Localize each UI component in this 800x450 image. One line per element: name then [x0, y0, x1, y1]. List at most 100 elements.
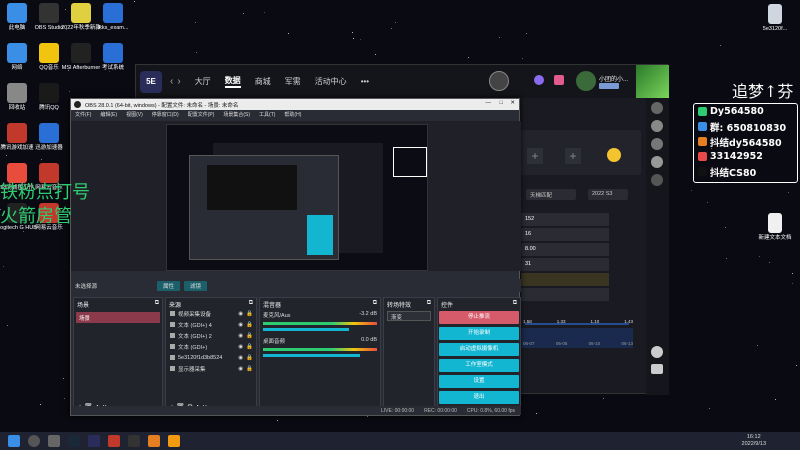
rank-panel: + + [521, 130, 641, 175]
stat-list: 152 16 8.00 31 [521, 213, 609, 301]
sidebar-avatar-4[interactable] [651, 156, 663, 168]
filters-button[interactable]: 滤镜 [184, 280, 208, 291]
app-icon [71, 43, 91, 63]
source-item[interactable]: 文本 (GDI+) 2 ◉ 🔒 [166, 330, 256, 341]
volume-slider[interactable] [263, 354, 360, 357]
control-button[interactable]: 开始录制 [439, 327, 519, 340]
tab-data[interactable]: 数据 [224, 75, 241, 88]
source-item[interactable]: 5e3120f1d3b8524 ◉ 🔒 [166, 352, 256, 363]
lock-icon[interactable]: 🔒 [246, 366, 253, 372]
tab-supply[interactable]: 军需 [285, 76, 301, 87]
menu-item[interactable]: 配置文件(P) [188, 111, 215, 118]
star [707, 202, 709, 204]
tab-shop[interactable]: 商城 [255, 76, 271, 87]
menu-item[interactable]: 帮助(H) [284, 111, 301, 118]
menu-item[interactable]: 视图(V) [126, 111, 143, 118]
transition-select[interactable]: 渐变 [387, 311, 431, 321]
star [499, 37, 501, 39]
5e-icon[interactable] [88, 435, 100, 447]
volume-slider[interactable] [263, 328, 349, 331]
chat-icon[interactable] [651, 364, 663, 374]
source-item[interactable]: 文本 (GDI+) ◉ 🔒 [166, 341, 256, 352]
add-slot-2[interactable]: + [565, 148, 581, 164]
star [2, 266, 4, 268]
forward-arrow-icon[interactable]: › [177, 76, 180, 87]
scene-item[interactable]: 场景 [76, 312, 160, 323]
notification-icon[interactable] [534, 75, 544, 85]
desktop-icon[interactable]: 腾讯QQ [26, 83, 72, 112]
season-select[interactable]: 2022 S3 [588, 189, 628, 200]
control-button[interactable]: 退出 [439, 391, 519, 404]
control-button[interactable]: 启动虚拟摄像机 [439, 343, 519, 356]
app-icon[interactable] [168, 435, 180, 447]
dock-popout-icon[interactable]: ⧉ [427, 300, 431, 306]
properties-button[interactable]: 属性 [157, 280, 181, 291]
source-item[interactable]: 文本 (GDI+) 4 ◉ 🔒 [166, 319, 256, 330]
lock-icon[interactable]: 🔒 [246, 344, 253, 350]
nested-preview [207, 165, 297, 210]
desktop-icon[interactable]: 考试系统 [90, 43, 136, 72]
desktop-icon[interactable]: 迅游加速器 [26, 123, 72, 152]
visibility-icon[interactable]: ◉ [238, 322, 243, 328]
visibility-icon[interactable]: ◉ [238, 366, 243, 372]
lock-icon[interactable]: 🔒 [246, 333, 253, 339]
tab-more[interactable]: ••• [361, 77, 369, 86]
star [62, 377, 64, 379]
visibility-icon[interactable]: ◉ [238, 355, 243, 361]
control-button[interactable]: 工作室模式 [439, 359, 519, 372]
dock-popout-icon[interactable]: ⧉ [513, 300, 517, 306]
gift-icon[interactable] [554, 75, 564, 85]
menu-item[interactable]: 场景集合(S) [223, 111, 250, 118]
user-avatar[interactable] [576, 71, 596, 91]
dock-popout-icon[interactable]: ⧉ [373, 300, 377, 306]
sidebar-avatar-5[interactable] [651, 174, 663, 186]
desktop-icon-label: 腾讯QQ [39, 105, 59, 111]
obs-icon[interactable] [128, 435, 140, 447]
control-button[interactable]: 设置 [439, 375, 519, 388]
mode-select[interactable]: 天梯匹配 [526, 189, 576, 200]
client-logo[interactable]: 5E [140, 70, 162, 93]
settings-icon[interactable] [651, 346, 663, 358]
visibility-icon[interactable]: ◉ [238, 311, 243, 317]
sidebar-avatar-1[interactable] [651, 102, 663, 114]
menu-item[interactable]: 停靠窗口(D) [152, 111, 179, 118]
close-button[interactable]: ✕ [510, 100, 515, 106]
maximize-button[interactable]: □ [500, 100, 503, 106]
desktop-icon-textdoc[interactable]: 新建文本文档 [752, 213, 798, 242]
source-item[interactable]: 显示器采集 ◉ 🔒 [166, 363, 256, 374]
app-icon[interactable] [148, 435, 160, 447]
search-icon[interactable] [28, 435, 40, 447]
clock[interactable]: 16:12 2022/9/13 [742, 434, 766, 448]
lock-icon[interactable]: 🔒 [246, 311, 253, 317]
add-slot-1[interactable]: + [527, 148, 543, 164]
lock-icon[interactable]: 🔒 [246, 355, 253, 361]
back-arrow-icon[interactable]: ‹ [170, 76, 173, 87]
menu-item[interactable]: 编辑(E) [100, 111, 117, 118]
menu-item[interactable]: 文件(F) [75, 111, 91, 118]
taskview-icon[interactable] [48, 435, 60, 447]
source-item[interactable]: 视频采集设备 ◉ 🔒 [166, 308, 256, 319]
desktop-icon[interactable]: tkks_exam... [90, 3, 136, 32]
steam-icon[interactable] [68, 435, 80, 447]
minimize-button[interactable]: — [486, 100, 492, 106]
desktop-icon-file[interactable]: 5e3120f... [752, 4, 798, 33]
sidebar-avatar-3[interactable] [651, 138, 663, 150]
social-badge-icon [698, 152, 707, 161]
avatar[interactable] [489, 71, 509, 91]
nested-social [393, 147, 427, 177]
mixer-header: 混音器 ⧉ [260, 298, 380, 309]
tab-events[interactable]: 活动中心 [315, 76, 347, 87]
emoji-icon[interactable] [607, 148, 621, 162]
control-button[interactable]: 停止推流 [439, 311, 519, 324]
sidebar-avatar-2[interactable] [651, 120, 663, 132]
tab-lobby[interactable]: 大厅 [195, 76, 211, 87]
vip-badge [599, 83, 619, 89]
windows-start-icon[interactable] [8, 435, 20, 447]
dock-popout-icon[interactable]: ⧉ [155, 300, 159, 306]
visibility-icon[interactable]: ◉ [238, 344, 243, 350]
menu-item[interactable]: 工具(T) [259, 111, 275, 118]
lock-icon[interactable]: 🔒 [246, 322, 253, 328]
netease-icon[interactable] [108, 435, 120, 447]
dock-popout-icon[interactable]: ⧉ [249, 300, 253, 306]
visibility-icon[interactable]: ◉ [238, 333, 243, 339]
